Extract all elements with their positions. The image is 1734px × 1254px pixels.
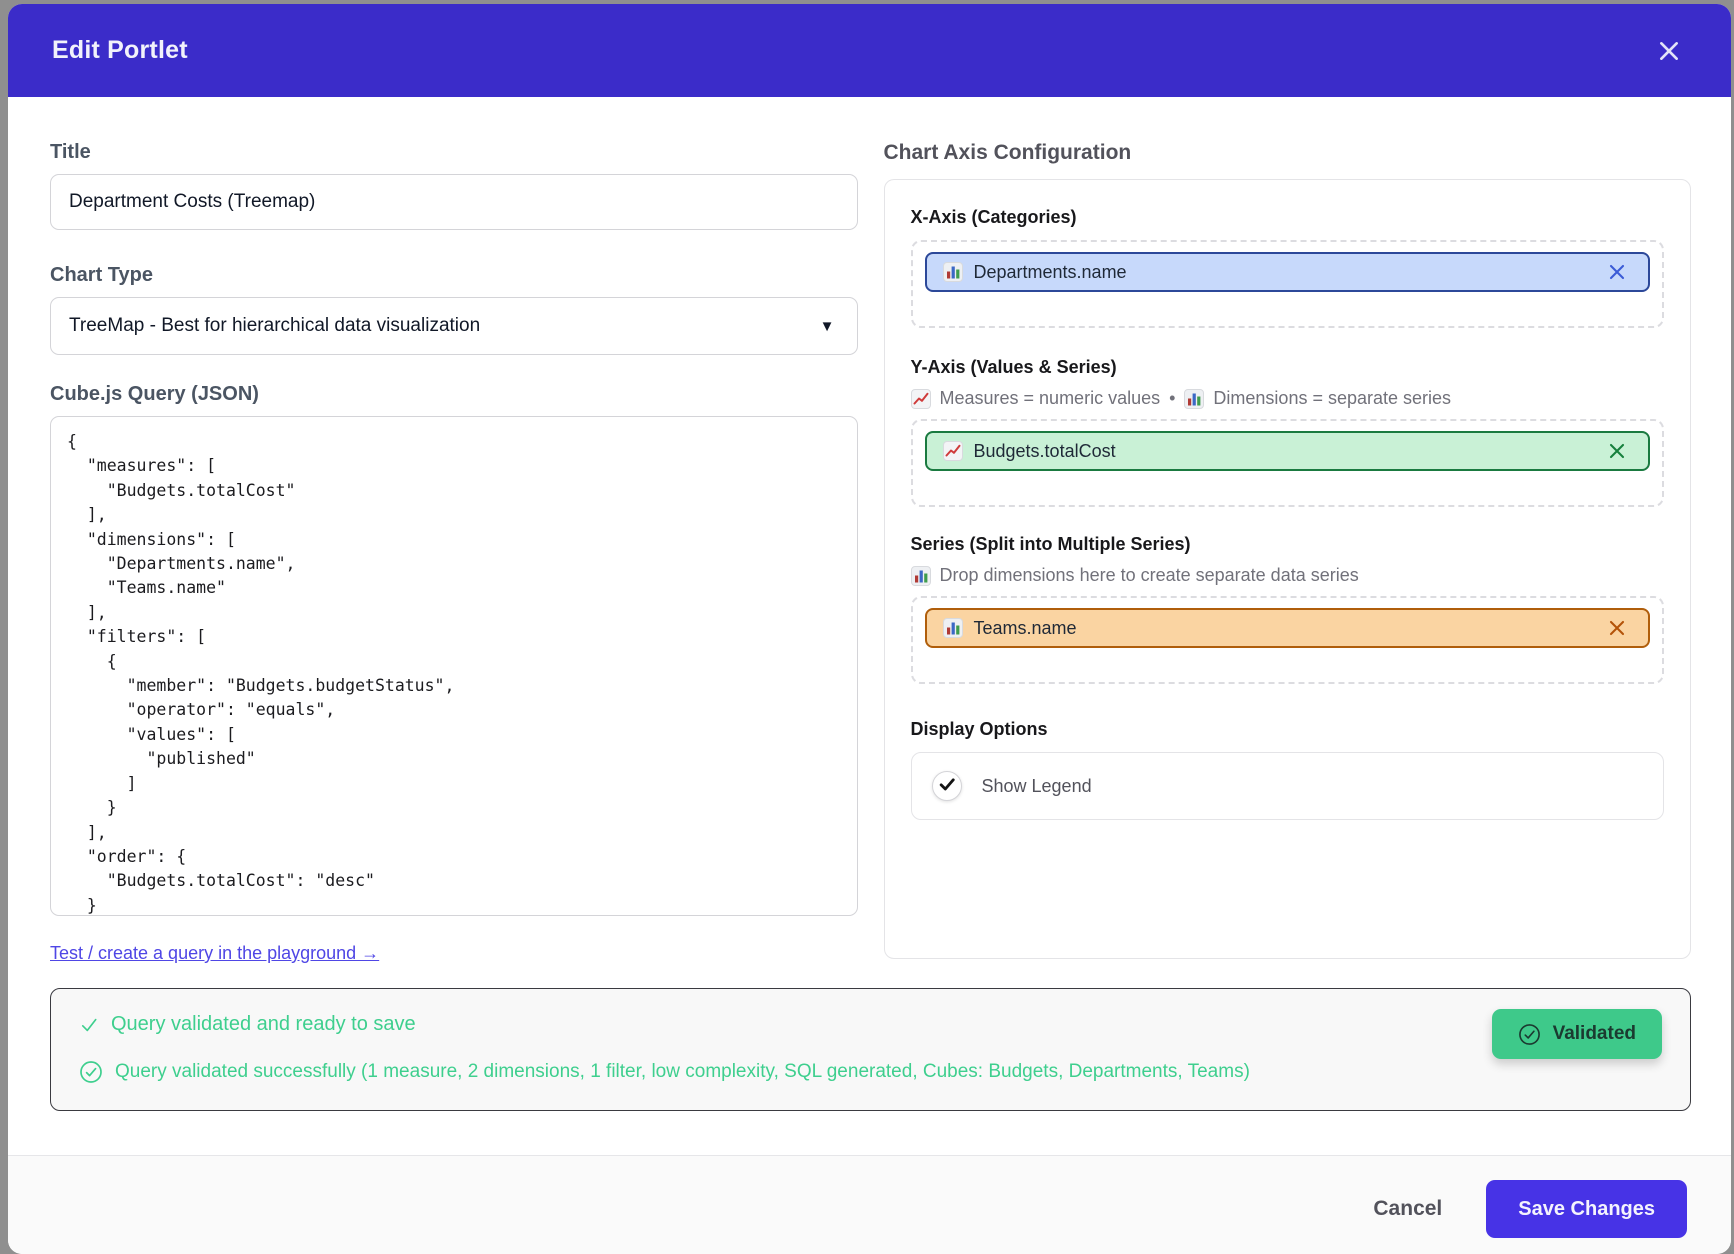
remove-chip-button[interactable]: [1604, 615, 1630, 641]
validation-status-text: Query validated and ready to save: [111, 1013, 416, 1036]
chart-type-label: Chart Type: [50, 264, 858, 287]
series-hint: Drop dimensions here to create separate …: [911, 565, 1665, 586]
close-icon: [1655, 53, 1683, 68]
edit-portlet-dialog: Edit Portlet Title Chart Type TreeMap - …: [8, 4, 1731, 1254]
y-axis-dropzone[interactable]: Budgets.totalCost: [911, 419, 1665, 507]
series-chip[interactable]: Teams.name: [925, 608, 1651, 648]
axis-config-panel: X-Axis (Categories) Departments.name: [884, 179, 1692, 959]
dialog-header: Edit Portlet: [8, 4, 1731, 97]
validation-detail-line: Query validated successfully (1 measure,…: [79, 1060, 1662, 1084]
series-title: Series (Split into Multiple Series): [911, 533, 1665, 555]
cancel-button[interactable]: Cancel: [1373, 1197, 1442, 1221]
bar-chart-icon: [943, 262, 963, 282]
chart-type-select[interactable]: TreeMap - Best for hierarchical data vis…: [50, 297, 858, 355]
chip-label: Departments.name: [974, 262, 1594, 283]
circle-check-icon: [79, 1060, 103, 1084]
show-legend-label: Show Legend: [982, 776, 1092, 797]
y-axis-hint: Measures = numeric values • Dimensions =…: [911, 388, 1665, 409]
line-chart-icon: [911, 389, 931, 409]
query-form-column: Title Chart Type TreeMap - Best for hier…: [50, 141, 858, 964]
validated-badge-label: Validated: [1553, 1023, 1636, 1045]
check-icon: [79, 1015, 99, 1035]
dialog-body: Title Chart Type TreeMap - Best for hier…: [8, 97, 1731, 1111]
validation-status-box: Query validated and ready to save Query …: [50, 988, 1691, 1111]
validation-detail-text: Query validated successfully (1 measure,…: [115, 1061, 1250, 1083]
query-label: Cube.js Query (JSON): [50, 383, 858, 406]
show-legend-option: Show Legend: [911, 752, 1665, 820]
show-legend-checkbox[interactable]: [932, 771, 962, 801]
x-axis-chip[interactable]: Departments.name: [925, 252, 1651, 292]
close-icon: [1606, 450, 1628, 465]
remove-chip-button[interactable]: [1604, 438, 1630, 464]
display-options-title: Display Options: [911, 718, 1665, 740]
chip-label: Teams.name: [974, 618, 1594, 639]
hint-text-series: Drop dimensions here to create separate …: [940, 565, 1359, 586]
hint-text-measures: Measures = numeric values: [940, 388, 1161, 409]
x-axis-dropzone[interactable]: Departments.name: [911, 240, 1665, 328]
hint-separator: •: [1169, 388, 1175, 409]
close-button[interactable]: [1651, 33, 1687, 69]
query-json-textarea[interactable]: { "measures": [ "Budgets.totalCost" ], "…: [50, 416, 858, 916]
remove-chip-button[interactable]: [1604, 259, 1630, 285]
save-changes-button[interactable]: Save Changes: [1486, 1180, 1687, 1238]
playground-link[interactable]: Test / create a query in the playground …: [50, 943, 379, 964]
bar-chart-icon: [1184, 389, 1204, 409]
validated-badge[interactable]: Validated: [1492, 1009, 1662, 1059]
bar-chart-icon: [911, 566, 931, 586]
axis-config-column: Chart Axis Configuration X-Axis (Categor…: [884, 141, 1692, 959]
chip-label: Budgets.totalCost: [974, 441, 1594, 462]
dialog-footer: Cancel Save Changes: [8, 1155, 1731, 1254]
dialog-title: Edit Portlet: [52, 36, 188, 65]
y-axis-chip[interactable]: Budgets.totalCost: [925, 431, 1651, 471]
x-axis-title: X-Axis (Categories): [911, 206, 1665, 228]
chart-type-selected-value: TreeMap - Best for hierarchical data vis…: [69, 315, 480, 337]
check-icon: [937, 774, 957, 798]
series-dropzone[interactable]: Teams.name: [911, 596, 1665, 684]
close-icon: [1606, 627, 1628, 642]
chevron-down-icon: ▼: [820, 318, 835, 335]
hint-text-dimensions: Dimensions = separate series: [1213, 388, 1451, 409]
close-icon: [1606, 271, 1628, 286]
title-input[interactable]: [50, 174, 858, 230]
axis-config-heading: Chart Axis Configuration: [884, 141, 1692, 165]
circle-check-icon: [1518, 1023, 1541, 1046]
validation-status-line: Query validated and ready to save: [79, 1013, 1662, 1036]
title-label: Title: [50, 141, 858, 164]
bar-chart-icon: [943, 618, 963, 638]
y-axis-title: Y-Axis (Values & Series): [911, 356, 1665, 378]
line-chart-icon: [943, 441, 963, 461]
